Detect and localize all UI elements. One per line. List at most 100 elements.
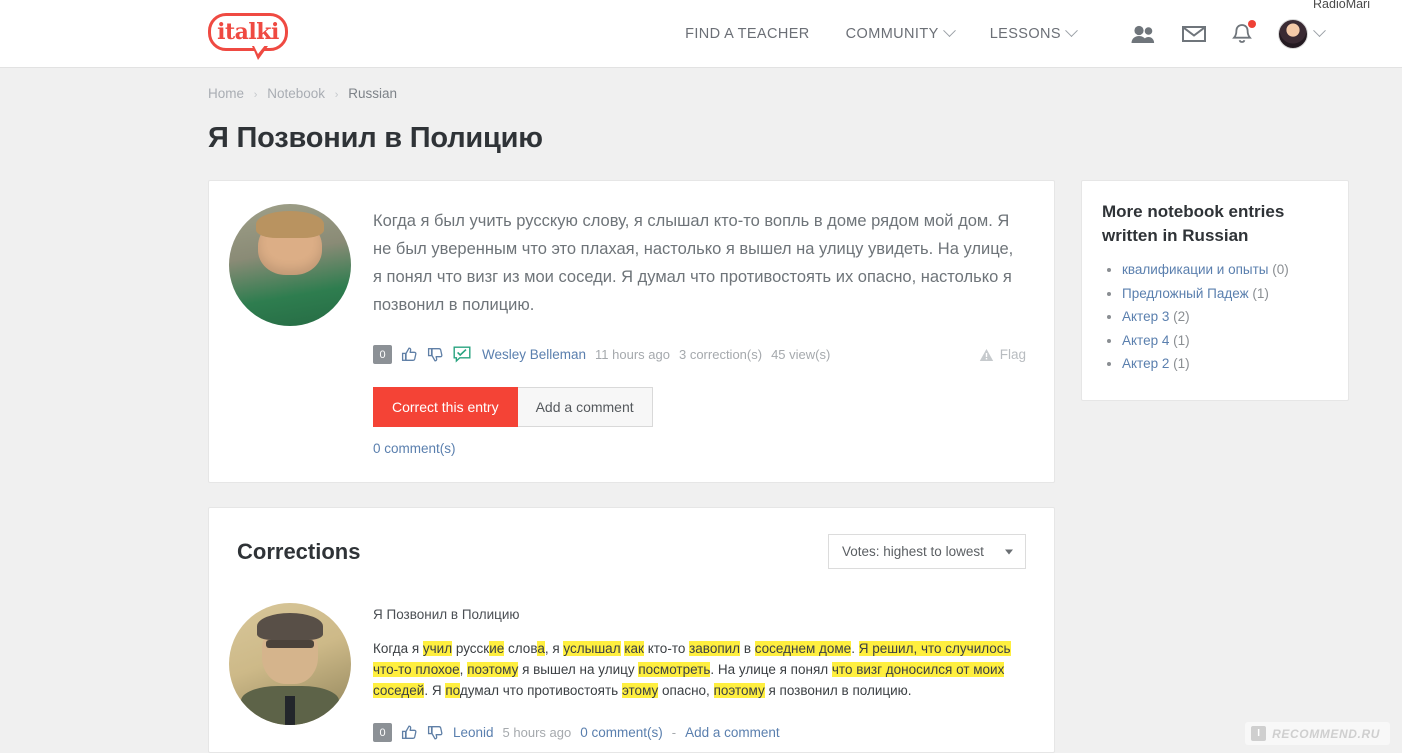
nav-find-a-teacher-label: FIND A TEACHER [685, 25, 810, 42]
correction-plain: я вышел на улицу [518, 662, 639, 677]
sidebar-entry-link-4[interactable]: Актер 2 [1122, 356, 1169, 371]
list-item: Предложный Падеж (1) [1122, 284, 1330, 304]
list-item: Актер 4 (1) [1122, 331, 1330, 351]
entry-author-avatar[interactable] [229, 204, 351, 326]
correction-author-link[interactable]: Leonid [453, 725, 494, 740]
correction-entry-title: Я Позвонил в Полицию [373, 607, 520, 622]
sidebar-entry-count: (1) [1248, 285, 1269, 301]
entry-author-link[interactable]: Wesley Belleman [482, 347, 586, 362]
correction-vote-count: 0 [373, 723, 392, 742]
watermark-mark: I [1251, 726, 1267, 741]
page-body: Home › Notebook › Russian Я Позвонил в П… [0, 86, 1402, 753]
corrections-sort-select[interactable]: Votes: highest to lowest [828, 534, 1026, 569]
correction-highlight: завопил [689, 641, 741, 656]
nav-lessons-label: LESSONS [989, 25, 1061, 42]
italki-logo[interactable]: italki [208, 12, 288, 60]
sidebar-entry-list: квалификации и опыты (0) Предложный Падеж… [1102, 260, 1330, 374]
flag-button[interactable]: Flag [979, 347, 1026, 362]
username-label: RadioMari [1313, 0, 1370, 11]
bell-icon[interactable] [1232, 19, 1256, 45]
correction-add-comment-link[interactable]: Add a comment [685, 725, 780, 740]
sidebar-entry-link-1[interactable]: Предложный Падеж [1122, 286, 1249, 301]
mail-icon[interactable] [1182, 25, 1206, 43]
nav-community-label: COMMUNITY [845, 25, 939, 42]
chevron-down-icon [1313, 24, 1326, 38]
correction-highlight: учил [422, 641, 453, 656]
list-item: Актер 3 (2) [1122, 307, 1330, 327]
chevron-down-icon [1005, 549, 1013, 554]
correct-this-entry-button[interactable]: Correct this entry [373, 387, 518, 427]
correction-plain: , я [544, 641, 564, 656]
breadcrumb-notebook[interactable]: Notebook [267, 86, 325, 101]
corrections-title: Corrections [237, 538, 361, 564]
correction-highlight: по [445, 683, 460, 698]
correction-comments-link[interactable]: 0 comment(s) [580, 725, 663, 740]
correction-highlight: поэтому [467, 662, 519, 677]
correction-meta-row: 0 Leonid 5 hours ago 0 comment(s) - Add … [373, 723, 1026, 742]
correction-highlight: посмотреть [638, 662, 711, 677]
chevron-down-icon [942, 24, 956, 38]
notification-badge [1248, 19, 1256, 28]
correction-plain: думал что противостоять [459, 683, 622, 698]
chevron-down-icon [1065, 24, 1078, 38]
site-header: italki FIND A TEACHER COMMUNITY LESSONS … [0, 0, 1402, 68]
sidebar-title: More notebook entries written in Russian [1102, 202, 1285, 245]
main-column: Когда я был учить русскую слову, я слыша… [208, 180, 1055, 753]
correction-author-avatar[interactable] [229, 603, 351, 725]
breadcrumb-home[interactable]: Home [208, 86, 244, 101]
add-a-comment-button[interactable]: Add a comment [517, 387, 653, 427]
correction-plain: . [851, 641, 859, 656]
friends-icon[interactable] [1130, 24, 1156, 44]
avatar-shape [285, 695, 295, 725]
thumbs-up-icon[interactable] [401, 346, 418, 363]
logo-text: italki [217, 18, 279, 45]
verified-correction-icon [453, 346, 471, 363]
corrections-header: Corrections Votes: highest to lowest [229, 534, 1026, 577]
notebook-entry-card: Когда я был учить русскую слову, я слыша… [208, 180, 1055, 483]
content-area: Когда я был учить русскую слову, я слыша… [208, 180, 1402, 753]
entry-comments-link[interactable]: 0 comment(s) [373, 441, 1026, 456]
nav-community[interactable]: COMMUNITY [845, 24, 956, 42]
correction-highlight: соседнем доме [754, 641, 852, 656]
thumbs-up-icon[interactable] [401, 724, 418, 741]
user-menu[interactable] [1278, 18, 1326, 49]
corrections-sort-value: Votes: highest to lowest [842, 544, 984, 559]
main-navigation: FIND A TEACHER COMMUNITY LESSONS RadioMa… [685, 0, 1402, 49]
correction-text: Когда я учил русские слова, я услышал ка… [373, 638, 1026, 701]
correction-plain: слов [504, 641, 538, 656]
correction-plain: опасно, [658, 683, 714, 698]
sidebar-entry-link-0[interactable]: квалификации и опыты [1122, 262, 1268, 277]
watermark-text: RECOMMEND.RU [1272, 726, 1380, 741]
logo-tail-inner-icon [253, 43, 266, 54]
corrections-card: Corrections Votes: highest to lowest Я П… [208, 507, 1055, 753]
avatar [1278, 18, 1308, 49]
sidebar-entry-link-2[interactable]: Актер 3 [1122, 309, 1169, 324]
breadcrumb-separator: › [253, 89, 258, 101]
recommend-watermark: I RECOMMEND.RU [1245, 722, 1390, 745]
logo-bubble: italki [208, 12, 288, 51]
sidebar-entry-link-3[interactable]: Актер 4 [1122, 333, 1169, 348]
thumbs-down-icon[interactable] [427, 346, 444, 363]
correction-highlight: а [537, 641, 545, 656]
entry-corrections-count: 3 correction(s) [678, 347, 763, 362]
sidebar: More notebook entries written in Russian… [1081, 180, 1349, 401]
nav-lessons[interactable]: LESSONS [989, 24, 1078, 42]
correction-plain: я позвонил в полицию. [764, 683, 912, 698]
thumbs-down-icon[interactable] [427, 724, 444, 741]
sidebar-entry-count: (1) [1169, 332, 1190, 348]
correction-highlight: этому [621, 683, 659, 698]
breadcrumb-current: Russian [348, 86, 397, 101]
avatar-shape [257, 612, 323, 640]
breadcrumb-separator: › [334, 89, 339, 101]
entry-action-buttons: Correct this entry Add a comment [373, 387, 1026, 427]
correction-timestamp: 5 hours ago [502, 725, 572, 740]
entry-timestamp: 11 hours ago [595, 347, 670, 362]
header-icon-group: RadioMari [1130, 0, 1384, 49]
list-item: Актер 2 (1) [1122, 354, 1330, 374]
entry-views-count: 45 view(s) [771, 347, 831, 362]
more-entries-card: More notebook entries written in Russian… [1081, 180, 1349, 401]
correction-highlight: ие [489, 641, 505, 656]
nav-find-a-teacher[interactable]: FIND A TEACHER [685, 26, 810, 42]
sidebar-entry-count: (0) [1268, 262, 1289, 277]
sidebar-entry-count: (1) [1169, 356, 1190, 371]
